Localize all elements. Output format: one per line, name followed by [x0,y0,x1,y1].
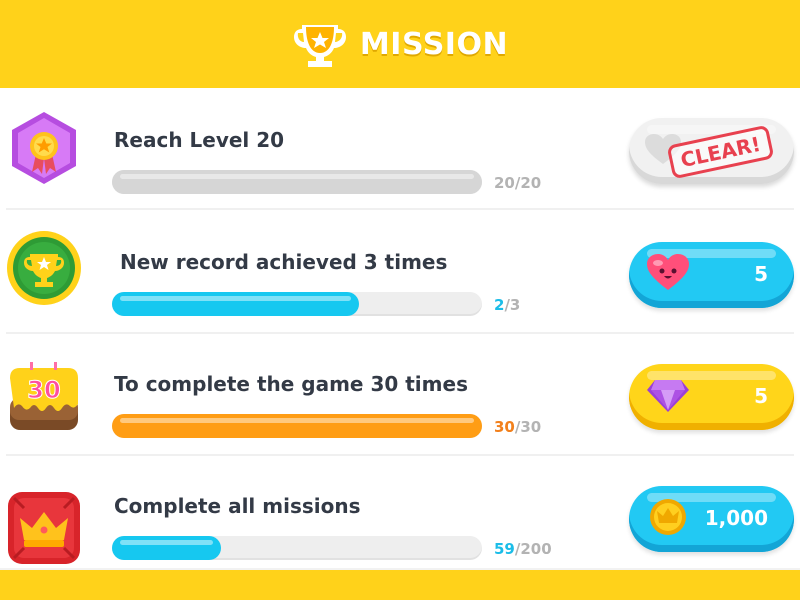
gem-icon [647,380,689,412]
progress-current: 59 [494,540,515,558]
progress-count: 59/200 [494,540,552,558]
progress-fill [112,414,482,438]
progress-current: 2 [494,296,505,314]
cake-30-icon: 30 [10,362,78,430]
progress-current: 30 [494,418,515,436]
claim-reward-button[interactable]: 5 [629,364,794,430]
mission-row: New record achieved 3 times 2/3 5 [0,212,800,334]
mission-title: Complete all missions [114,494,361,518]
claimed-reward-button[interactable]: CLEAR! [629,118,794,184]
progress-bar [112,170,482,194]
progress-bar [112,414,482,438]
mission-list: Reach Level 20 20/20 CLEAR! New record a… [0,88,800,568]
crown-badge-icon [8,492,80,564]
mission-title: New record achieved 3 times [120,250,448,274]
mission-row: Reach Level 20 20/20 CLEAR! [0,88,800,210]
progress-total: /200 [514,540,552,558]
reward-amount: 5 [754,384,768,408]
coin-icon [650,499,686,535]
progress-fill [112,536,222,560]
progress-current: 20 [494,174,515,192]
mission-header: MISSION [0,0,800,88]
progress-fill [112,292,359,316]
heart-icon [647,254,689,290]
page-title: MISSION [359,26,509,62]
divider [6,208,794,210]
progress-bar [112,536,482,560]
svg-text:30: 30 [27,376,60,404]
progress-total: /30 [514,418,542,436]
progress-bar [112,292,482,316]
progress-fill [112,170,482,194]
mission-row: Complete all missions 59/200 1,000 [0,456,800,568]
medal-badge-icon [12,112,76,184]
mission-row: 30 To complete the game 30 times 30/30 5 [0,334,800,456]
claim-reward-button[interactable]: 1,000 [629,486,794,552]
mission-title: To complete the game 30 times [114,372,468,396]
progress-count: 2/3 [494,296,520,314]
progress-count: 30/30 [494,418,541,436]
mission-title: Reach Level 20 [114,128,285,152]
claim-reward-button[interactable]: 5 [629,242,794,308]
progress-total: /3 [504,296,521,314]
progress-count: 20/20 [494,174,541,192]
trophy-badge-icon [7,231,81,305]
reward-amount: 5 [754,262,768,286]
bottom-bar [0,568,800,600]
progress-total: /20 [514,174,542,192]
trophy-icon [293,25,346,67]
reward-amount: 1,000 [704,506,768,530]
